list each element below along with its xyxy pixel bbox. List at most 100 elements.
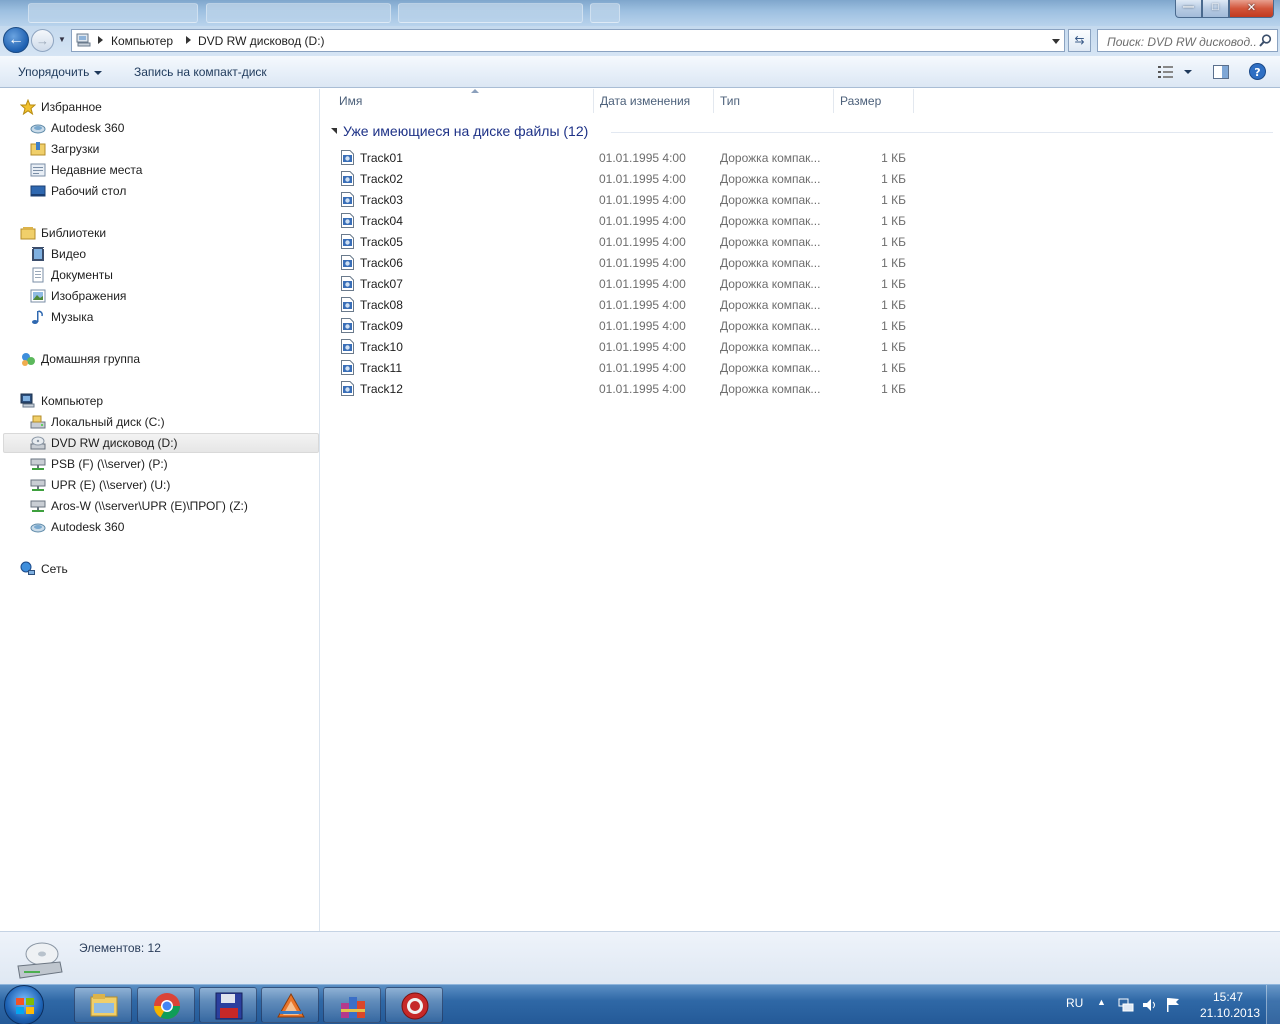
cd-track-file-icon bbox=[341, 276, 354, 291]
cd-track-file-icon bbox=[341, 318, 354, 333]
file-row[interactable]: Track07 01.01.1995 4:00 Дорожка компак... 1… bbox=[335, 273, 935, 294]
nav-libraries-label: Библиотеки bbox=[41, 226, 107, 240]
file-name[interactable]: Track01 bbox=[360, 151, 403, 165]
close-button[interactable]: ✕ bbox=[1229, 0, 1274, 18]
taskbar-explorer[interactable] bbox=[74, 987, 132, 1023]
breadcrumb-separator[interactable] bbox=[186, 36, 191, 44]
show-desktop-button[interactable] bbox=[1266, 985, 1280, 1024]
preview-pane-icon[interactable] bbox=[1213, 65, 1229, 79]
recent-places-icon bbox=[30, 163, 46, 177]
file-row[interactable]: Track08 01.01.1995 4:00 Дорожка компак... 1… bbox=[335, 294, 935, 315]
column-header-label: Дата изменения bbox=[600, 94, 691, 108]
network-drive-icon bbox=[30, 479, 46, 491]
breadcrumb-separator[interactable] bbox=[98, 36, 103, 44]
search-input[interactable]: Поиск: DVD RW дисковод... bbox=[1107, 35, 1257, 49]
cd-track-file-icon bbox=[341, 339, 354, 354]
network-tray-icon[interactable] bbox=[1118, 998, 1134, 1012]
nav-item-label: Autodesk 360 bbox=[51, 121, 125, 135]
libraries-icon bbox=[20, 227, 36, 240]
collapse-triangle-icon[interactable] bbox=[331, 128, 337, 134]
start-button[interactable] bbox=[4, 985, 44, 1024]
show-hidden-icons-icon[interactable]: ▲ bbox=[1097, 997, 1106, 1007]
file-type: Дорожка компак... bbox=[720, 193, 821, 207]
address-bar[interactable]: Компьютер DVD RW дисковод (D:) bbox=[71, 29, 1065, 52]
file-type: Дорожка компак... bbox=[720, 298, 821, 312]
clock-date[interactable]: 21.10.2013 bbox=[1200, 1006, 1260, 1020]
taskbar-opera[interactable] bbox=[385, 987, 443, 1023]
help-icon[interactable]: ? bbox=[1249, 63, 1266, 80]
maximize-button[interactable]: □ bbox=[1202, 0, 1229, 18]
file-size: 1 КБ bbox=[881, 193, 906, 207]
volume-icon[interactable] bbox=[1142, 998, 1158, 1012]
file-row[interactable]: Track04 01.01.1995 4:00 Дорожка компак... 1… bbox=[335, 210, 935, 231]
file-name[interactable]: Track03 bbox=[360, 193, 403, 207]
autodesk-app-icon bbox=[277, 992, 305, 1018]
file-row[interactable]: Track09 01.01.1995 4:00 Дорожка компак... 1… bbox=[335, 315, 935, 336]
file-name[interactable]: Track07 bbox=[360, 277, 403, 291]
recent-pages-dropdown[interactable]: ▼ bbox=[58, 35, 66, 44]
file-row[interactable]: Track06 01.01.1995 4:00 Дорожка компак... 1… bbox=[335, 252, 935, 273]
burn-to-disc-button[interactable]: Запись на компакт-диск bbox=[134, 65, 267, 79]
search-icon[interactable] bbox=[1259, 34, 1272, 47]
address-dropdown[interactable] bbox=[1052, 39, 1060, 44]
language-indicator[interactable]: RU bbox=[1066, 996, 1083, 1010]
column-header-name[interactable]: Имя bbox=[333, 89, 594, 113]
dvd-drive-icon bbox=[30, 436, 46, 450]
action-center-flag-icon[interactable] bbox=[1166, 997, 1180, 1013]
file-row[interactable]: Track12 01.01.1995 4:00 Дорожка компак... 1… bbox=[335, 378, 935, 399]
file-date: 01.01.1995 4:00 bbox=[599, 193, 686, 207]
taskbar-save-app[interactable] bbox=[199, 987, 257, 1023]
forward-button[interactable]: → bbox=[31, 29, 54, 52]
file-name[interactable]: Track11 bbox=[360, 361, 402, 375]
background-window-tab bbox=[28, 3, 198, 23]
nav-item-label: DVD RW дисковод (D:) bbox=[51, 436, 178, 450]
refresh-button[interactable]: ⇆ bbox=[1068, 29, 1091, 52]
breadcrumb-computer[interactable]: Компьютер bbox=[111, 34, 173, 48]
file-type: Дорожка компак... bbox=[720, 340, 821, 354]
view-details-icon[interactable] bbox=[1158, 66, 1174, 78]
search-box[interactable]: Поиск: DVD RW дисковод... bbox=[1097, 29, 1278, 52]
file-row[interactable]: Track01 01.01.1995 4:00 Дорожка компак... 1… bbox=[335, 147, 935, 168]
clock-time[interactable]: 15:47 bbox=[1213, 990, 1243, 1004]
cd-track-file-icon bbox=[341, 381, 354, 396]
group-header[interactable]: Уже имеющиеся на диске файлы (12) bbox=[329, 123, 1273, 141]
back-button[interactable]: ← bbox=[3, 27, 29, 53]
taskbar-chrome[interactable] bbox=[137, 987, 195, 1023]
nav-item-label: Рабочий стол bbox=[51, 184, 127, 198]
column-header-size[interactable]: Размер bbox=[834, 89, 914, 113]
view-options-chevron-icon[interactable] bbox=[1184, 70, 1192, 74]
file-name[interactable]: Track08 bbox=[360, 298, 403, 312]
column-header-date[interactable]: Дата изменения bbox=[594, 89, 714, 113]
file-name[interactable]: Track05 bbox=[360, 235, 403, 249]
file-date: 01.01.1995 4:00 bbox=[599, 298, 686, 312]
star-icon bbox=[20, 99, 36, 115]
file-size: 1 КБ bbox=[881, 382, 906, 396]
file-type: Дорожка компак... bbox=[720, 214, 821, 228]
column-header-type[interactable]: Тип bbox=[714, 89, 834, 113]
nav-item-label: PSB (F) (\\server) (P:) bbox=[51, 457, 168, 471]
nav-item-label: Локальный диск (C:) bbox=[51, 415, 165, 429]
minimize-button[interactable]: — bbox=[1175, 0, 1202, 18]
music-note-icon bbox=[32, 310, 43, 324]
file-name[interactable]: Track12 bbox=[360, 382, 403, 396]
background-window-tab bbox=[590, 3, 620, 23]
taskbar-autodesk-app[interactable] bbox=[261, 987, 319, 1023]
file-row[interactable]: Track02 01.01.1995 4:00 Дорожка компак... 1… bbox=[335, 168, 935, 189]
chevron-down-icon bbox=[94, 70, 103, 75]
cd-track-file-icon bbox=[341, 255, 354, 270]
breadcrumb-dvd-drive[interactable]: DVD RW дисковод (D:) bbox=[198, 34, 325, 48]
file-row[interactable]: Track10 01.01.1995 4:00 Дорожка компак... 1… bbox=[335, 336, 935, 357]
file-name[interactable]: Track02 bbox=[360, 172, 403, 186]
file-name[interactable]: Track09 bbox=[360, 319, 403, 333]
organize-button[interactable]: Упорядочить bbox=[18, 65, 103, 79]
explorer-icon bbox=[90, 994, 118, 1017]
file-row[interactable]: Track03 01.01.1995 4:00 Дорожка компак... 1… bbox=[335, 189, 935, 210]
file-name[interactable]: Track04 bbox=[360, 214, 403, 228]
file-size: 1 КБ bbox=[881, 172, 906, 186]
file-row[interactable]: Track05 01.01.1995 4:00 Дорожка компак... 1… bbox=[335, 231, 935, 252]
network-drive-icon bbox=[30, 500, 46, 512]
file-name[interactable]: Track10 bbox=[360, 340, 403, 354]
taskbar-winrar[interactable] bbox=[323, 987, 381, 1023]
file-name[interactable]: Track06 bbox=[360, 256, 403, 270]
file-row[interactable]: Track11 01.01.1995 4:00 Дорожка компак... 1… bbox=[335, 357, 935, 378]
